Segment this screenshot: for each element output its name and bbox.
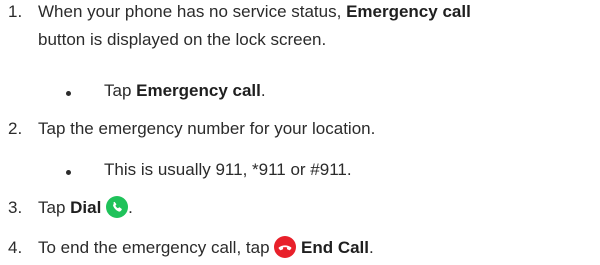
step-4-text: To end the emergency call, tap [38, 238, 275, 257]
step-4-number: 4. [8, 238, 23, 257]
step-1-text: When your phone has no service status, [38, 2, 347, 21]
step-4-period: . [369, 238, 374, 257]
step-3-line: 3. Tap Dial . [8, 196, 133, 220]
step-1-subitem: Tap Emergency call. [104, 79, 266, 103]
step-1-sub-period: . [260, 81, 266, 100]
step-4-line: 4. To end the emergency call, tap End Cal… [8, 236, 374, 260]
step-2-subitem: This is usually 911, *911 or #911. [104, 160, 352, 179]
step-3-text: Tap [38, 198, 71, 217]
end-call-icon [274, 236, 297, 258]
step-2-line: 2. Tap the emergency number for your loca… [8, 117, 375, 141]
bullet-icon [66, 91, 71, 96]
step-2-number: 2. [8, 119, 23, 138]
step-1-bold-text: Emergency call [346, 2, 471, 21]
step-4-bold-text: End Call [300, 238, 369, 257]
step-2-text: Tap the emergency number for your locati… [38, 119, 376, 138]
step-1-number: 1. [8, 2, 23, 21]
step-3-number: 3. [8, 198, 23, 217]
step-3-bold-text: Dial [70, 198, 102, 217]
step-3-period: . [128, 198, 133, 217]
bullet-icon [66, 170, 71, 175]
step-1-line-2: button is displayed on the lock screen. [38, 30, 327, 49]
instruction-steps: 1. When your phone has no service status,… [0, 0, 600, 265]
step-1-line-1: 1. When your phone has no service status,… [8, 0, 471, 24]
step-1-sub-bold: Emergency call [136, 81, 261, 100]
phone-dial-icon [106, 196, 129, 218]
step-1-sub-text: Tap [104, 81, 137, 100]
